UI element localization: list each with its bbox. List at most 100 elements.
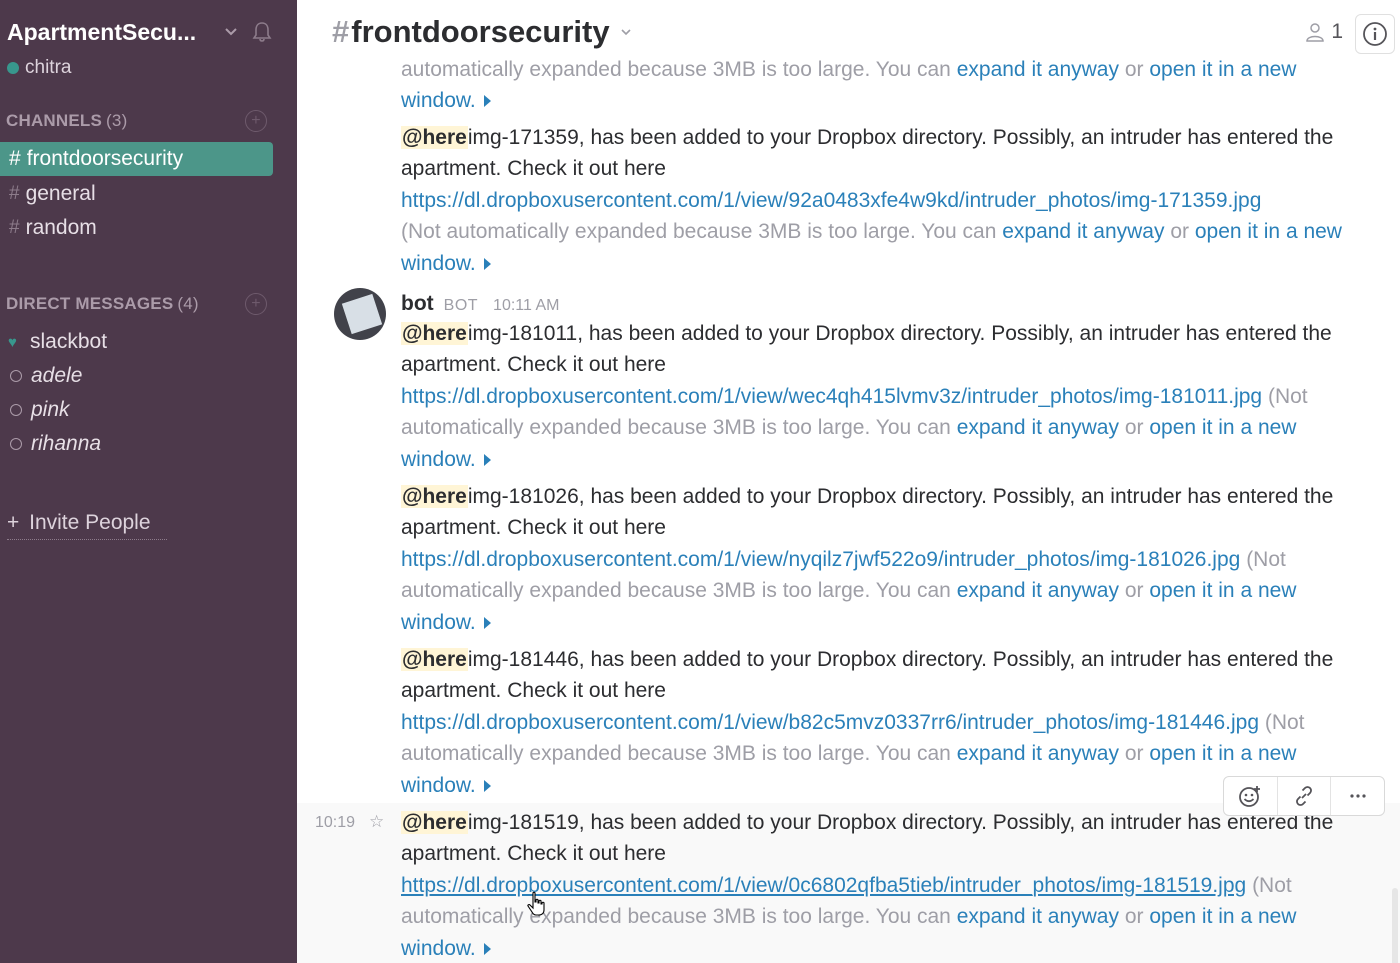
current-user[interactable]: chitra: [7, 57, 71, 79]
message-text: @hereimg-181011, has been added to your …: [401, 318, 1332, 349]
channel-label: random: [25, 216, 97, 239]
window-link[interactable]: window.: [401, 448, 476, 471]
expand-triangle-icon[interactable]: [483, 454, 491, 467]
dropbox-link[interactable]: https://dl.dropboxusercontent.com/1/view…: [401, 548, 1240, 571]
sidebar-item-pink[interactable]: pink: [0, 394, 70, 426]
dropbox-link[interactable]: https://dl.dropboxusercontent.com/1/view…: [401, 711, 1259, 734]
channel-title[interactable]: # frontdoorsecurity: [332, 14, 632, 50]
expand-triangle-icon[interactable]: [483, 617, 491, 630]
sidebar-item-slackbot[interactable]: ♥ slackbot: [0, 326, 107, 358]
mention-here[interactable]: @here: [401, 648, 468, 671]
mention-here[interactable]: @here: [401, 322, 468, 345]
sidebar-item-frontdoorsecurity[interactable]: # frontdoorsecurity: [0, 142, 273, 176]
bot-avatar[interactable]: [334, 288, 386, 340]
message-sender: bot BOT 10:11 AM: [401, 288, 559, 321]
add-dm-icon[interactable]: +: [245, 293, 267, 315]
expand-triangle-icon[interactable]: [483, 780, 491, 793]
message-text: apartment. Check it out here: [401, 157, 666, 180]
bot-tag: BOT: [443, 297, 479, 314]
open-new-window-link[interactable]: open it in a new: [1149, 905, 1296, 928]
open-new-window-link[interactable]: open it in a new: [1149, 579, 1296, 602]
dropbox-link[interactable]: https://dl.dropboxusercontent.com/1/view…: [401, 385, 1262, 408]
or-text: or: [1124, 905, 1144, 928]
window-link[interactable]: window.: [401, 611, 476, 634]
not-expanded-note: (Not: [1267, 385, 1308, 408]
message-text: https://dl.dropboxusercontent.com/1/view…: [401, 185, 1261, 216]
mention-here[interactable]: @here: [401, 126, 468, 149]
channel-name[interactable]: frontdoorsecurity: [351, 14, 609, 50]
expand-triangle-icon[interactable]: [483, 95, 491, 108]
add-channel-icon[interactable]: +: [245, 110, 267, 132]
invite-people-link[interactable]: + Invite People: [7, 511, 167, 540]
message-timestamp[interactable]: 10:11 AM: [493, 290, 559, 321]
expand-link[interactable]: expand it anyway: [957, 905, 1119, 928]
message-hover-timestamp[interactable]: 10:19: [315, 811, 355, 835]
not-expanded-note: (Not: [1246, 548, 1286, 571]
message-text: @hereimg-181446, has been added to your …: [401, 644, 1333, 675]
expand-link[interactable]: expand it anyway: [957, 579, 1119, 602]
team-menu[interactable]: ApartmentSecu...: [7, 14, 287, 50]
open-new-window-link[interactable]: open it in a new: [1149, 58, 1296, 81]
dropbox-link[interactable]: https://dl.dropboxusercontent.com/1/view…: [401, 189, 1261, 212]
window-link[interactable]: window.: [401, 774, 476, 797]
more-actions-button[interactable]: [1331, 777, 1384, 815]
expand-link[interactable]: expand it anyway: [957, 742, 1119, 765]
dm-label: slackbot: [30, 330, 108, 353]
message-text: window.: [401, 770, 491, 801]
mention-here[interactable]: @here: [401, 485, 468, 508]
open-new-window-link[interactable]: open it in a new: [1149, 416, 1296, 439]
expand-link[interactable]: expand it anyway: [957, 416, 1119, 439]
channel-label: frontdoorsecurity: [26, 147, 184, 170]
sidebar: ApartmentSecu... chitra CHANNELS (3) + #…: [0, 0, 297, 963]
message-text: apartment. Check it out here: [401, 842, 666, 865]
sidebar-item-random[interactable]: # random: [0, 211, 273, 245]
heart-icon: ♥: [8, 333, 17, 351]
window-link[interactable]: window.: [401, 89, 476, 112]
expand-link[interactable]: expand it anyway: [957, 58, 1119, 81]
channels-header[interactable]: CHANNELS (3) +: [6, 110, 271, 132]
add-reaction-button[interactable]: [1224, 777, 1278, 815]
expand-link[interactable]: expand it anyway: [1002, 220, 1164, 243]
not-expanded-note: (Not automatically expanded because 3MB …: [401, 220, 997, 243]
sidebar-item-general[interactable]: # general: [0, 177, 273, 211]
not-expanded-note: (Not: [1264, 711, 1305, 734]
message-list[interactable]: automatically expanded because 3MB is to…: [297, 58, 1400, 963]
open-new-window-link[interactable]: open it in a new: [1149, 742, 1296, 765]
dm-header-label[interactable]: DIRECT MESSAGES: [6, 294, 173, 314]
sidebar-item-adele[interactable]: adele: [0, 360, 82, 392]
star-icon[interactable]: ☆: [369, 812, 384, 832]
message-text: https://dl.dropboxusercontent.com/1/view…: [401, 707, 1305, 738]
or-text: or: [1124, 416, 1144, 439]
hash-icon: #: [9, 217, 20, 238]
channels-count: (3): [106, 111, 128, 130]
user-icon: [1306, 23, 1325, 42]
message-body: has been added to your Dropbox directory…: [590, 648, 1334, 671]
channel-info-button[interactable]: [1355, 14, 1395, 54]
window-link[interactable]: window.: [401, 937, 476, 960]
image-id: img-181446,: [467, 648, 585, 671]
status-away-icon: [10, 438, 22, 450]
dm-label: rihanna: [31, 432, 102, 455]
hash-icon: #: [9, 147, 21, 170]
sidebar-item-rihanna[interactable]: rihanna: [0, 428, 101, 460]
expand-triangle-icon[interactable]: [483, 943, 491, 956]
team-name[interactable]: ApartmentSecu...: [7, 19, 212, 46]
member-count-button[interactable]: 1: [1305, 20, 1343, 44]
bell-icon[interactable]: [250, 20, 274, 44]
dm-header[interactable]: DIRECT MESSAGES (4) +: [6, 293, 271, 315]
message-text: window.: [401, 933, 491, 963]
chevron-down-icon[interactable]: [620, 26, 632, 38]
open-new-window-link[interactable]: open it in a new: [1195, 220, 1342, 243]
sender-name[interactable]: bot: [401, 288, 434, 319]
mention-here[interactable]: @here: [401, 811, 468, 834]
expand-triangle-icon[interactable]: [483, 258, 491, 271]
dm-label: pink: [31, 398, 70, 421]
scrollbar[interactable]: [1392, 888, 1398, 963]
not-expanded-note: automatically expanded because 3MB is to…: [401, 579, 951, 602]
message-text: https://dl.dropboxusercontent.com/1/view…: [401, 544, 1286, 575]
window-link[interactable]: window.: [401, 252, 476, 275]
copy-link-button[interactable]: [1278, 777, 1332, 815]
chevron-down-icon[interactable]: [224, 25, 238, 39]
channels-header-label[interactable]: CHANNELS: [6, 111, 102, 131]
message-text: automatically expanded because 3MB is to…: [401, 412, 1296, 443]
